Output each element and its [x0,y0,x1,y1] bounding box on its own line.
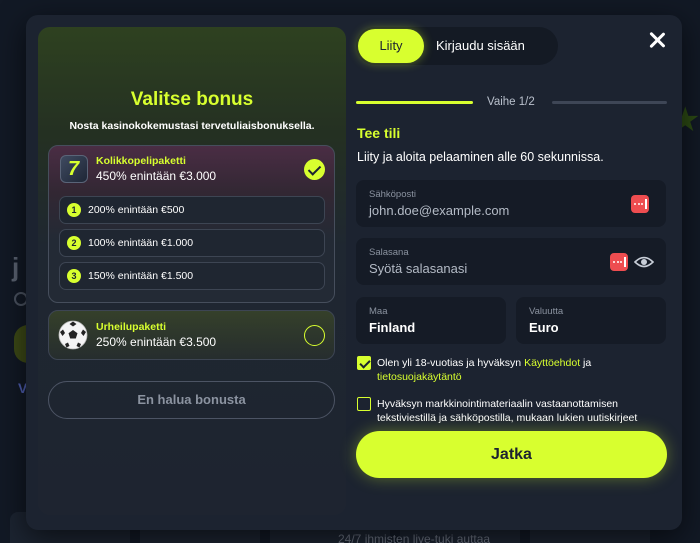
sport-package-card[interactable]: Urheilupaketti 250% enintään €3.500 [48,310,335,360]
bonus-subtitle: Nosta kasinokokemustasi tervetuliaisbonu… [69,120,315,132]
selected-check-icon[interactable] [304,159,325,180]
tab-login[interactable]: Kirjaudu sisään [436,29,525,63]
sport-package-name: Urheilupaketti [96,321,167,333]
eye-icon[interactable] [634,254,654,270]
country-value: Finland [369,320,416,335]
unselected-radio[interactable] [304,325,325,346]
email-label: Sähköposti [369,189,417,200]
sport-package-amount: 250% enintään €3.500 [96,335,217,349]
auth-tabs: Liity Kirjaudu sisään [356,27,558,65]
tab-register[interactable]: Liity [358,29,424,63]
terms-text: Olen yli 18-vuotias ja hyväksyn Käyttöeh… [377,357,592,383]
password-dots-icon[interactable] [610,253,628,271]
email-field[interactable]: Sähköposti john.doe@example.com [356,180,666,227]
close-icon[interactable] [646,29,668,51]
marketing-consent: Hyväksyn markkinointimateriaalin vastaan… [357,397,657,427]
password-label: Salasana [369,247,409,258]
bonus-panel: Valitse bonus Nosta kasinokokemustasi te… [38,27,346,515]
currency-select[interactable]: Valuutta Euro [516,297,666,344]
terms-consent: Olen yli 18-vuotias ja hyväksyn Käyttöeh… [357,356,657,386]
casino-package-card[interactable]: 7 Kolikkopelipaketti 450% enintään €3.00… [48,145,335,303]
terms-checkbox[interactable] [357,356,371,370]
step-number-badge: 2 [67,236,81,250]
casino-package-header: 7 Kolikkopelipaketti 450% enintään €3.00… [49,146,334,191]
password-field[interactable]: Salasana Syötä salasanasi [356,238,666,285]
form-title: Tee tili [357,125,401,141]
bonus-step-item: 3 150% enintään €1.500 [59,262,325,290]
background-support-text: 24/7 ihmisten live-tuki auttaa [338,532,491,543]
country-label: Maa [369,306,388,317]
currency-label: Valuutta [529,306,564,317]
bonus-step-item: 2 100% enintään €1.000 [59,229,325,257]
casino-package-name: Kolikkopelipaketti [96,155,186,167]
email-input[interactable]: john.doe@example.com [369,203,509,218]
country-select[interactable]: Maa Finland [356,297,506,344]
bonus-step-item: 1 200% enintään €500 [59,196,325,224]
privacy-policy-link[interactable]: tietosuojakäytäntö [377,371,462,383]
marketing-checkbox[interactable] [357,397,371,411]
password-input[interactable]: Syötä salasanasi [369,261,467,276]
slot-machine-icon: 7 [60,155,88,183]
soccer-ball-icon [58,320,88,350]
casino-package-amount: 450% enintään €3.000 [96,169,217,183]
progress-bar-track [552,101,667,104]
signup-modal: Valitse bonus Nosta kasinokokemustasi te… [26,15,682,530]
password-dots-icon[interactable] [631,195,649,213]
background-heading-fragment: j [12,252,20,282]
continue-button[interactable]: Jatka [356,431,667,478]
step-label: 100% enintään €1.000 [88,237,194,249]
terms-link[interactable]: Käyttöehdot [524,357,580,369]
no-bonus-button[interactable]: En halua bonusta [48,381,335,419]
step-number-badge: 3 [67,269,81,283]
progress-bar-fill [356,101,473,104]
step-label: 150% enintään €1.500 [88,270,194,282]
step-indicator: Vaihe 1/2 [487,96,535,108]
bonus-title: Valitse bonus [130,89,254,110]
form-subtitle: Liity ja aloita pelaaminen alle 60 sekun… [357,150,604,164]
marketing-text: Hyväksyn markkinointimateriaalin vastaan… [377,398,638,424]
currency-value: Euro [529,320,559,335]
step-label: 200% enintään €500 [88,204,185,216]
step-number-badge: 1 [67,203,81,217]
